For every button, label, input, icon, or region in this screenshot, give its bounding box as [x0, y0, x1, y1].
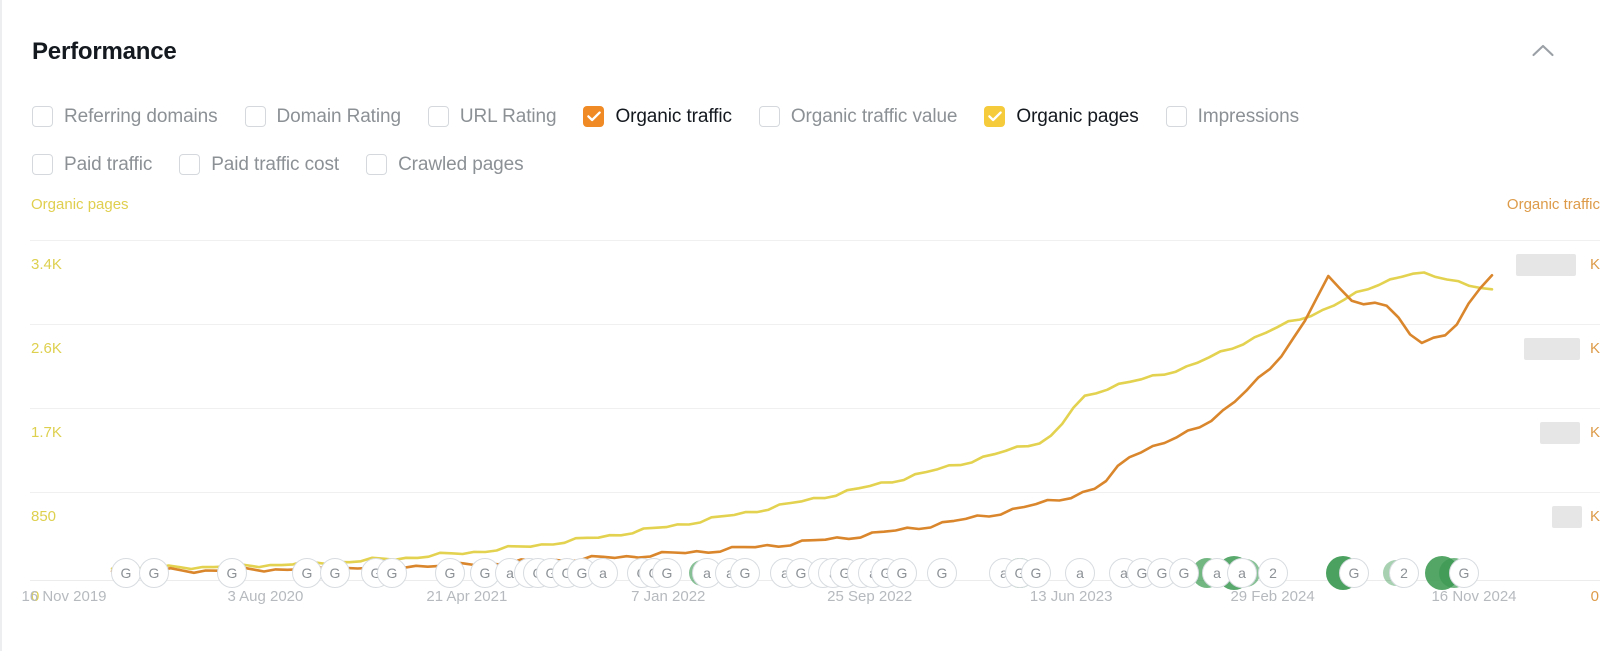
event-marker-google-update[interactable]: G — [139, 558, 169, 588]
metric-toggle-url-rating[interactable]: URL Rating — [428, 106, 557, 128]
event-marker-google-update[interactable]: G — [1169, 558, 1199, 588]
x-axis-tick: 3 Aug 2020 — [227, 588, 303, 605]
event-marker-google-update[interactable]: G — [111, 558, 141, 588]
x-axis-tick: 21 Apr 2021 — [426, 588, 507, 605]
chevron-up-icon[interactable] — [1526, 36, 1560, 64]
checkbox-icon[interactable] — [32, 154, 53, 175]
metric-toggle-label: Paid traffic cost — [211, 154, 339, 176]
event-marker-update-2[interactable]: 2 — [1389, 558, 1419, 588]
metric-toggle-label: Domain Rating — [277, 106, 401, 128]
metric-toggle-label: Organic pages — [1016, 106, 1138, 128]
x-axis-labels: 16 Nov 2019 3 Aug 2020 21 Apr 2021 7 Jan 20… — [2, 588, 1600, 618]
event-marker-google-update[interactable]: G — [927, 558, 957, 588]
metric-toggle-label: Impressions — [1198, 106, 1299, 128]
x-axis-tick: 25 Sep 2022 — [827, 588, 912, 605]
metric-toggle-label: URL Rating — [460, 106, 557, 128]
event-marker-google-update[interactable]: G — [1339, 558, 1369, 588]
metric-toggle-label: Organic traffic value — [791, 106, 958, 128]
event-marker-google-update[interactable]: G — [887, 558, 917, 588]
x-axis-tick: 16 Nov 2019 — [21, 588, 106, 605]
event-marker-google-update[interactable]: G — [292, 558, 322, 588]
x-axis-tick: 16 Nov 2024 — [1431, 588, 1516, 605]
performance-chart: Organic pages Organic traffic 3.4K 2.6K … — [2, 196, 1600, 651]
metric-toggle-paid-traffic[interactable]: Paid traffic — [32, 154, 152, 176]
metric-toggle-label: Organic traffic — [615, 106, 731, 128]
event-marker-google-update[interactable]: G — [730, 558, 760, 588]
metric-toggle-group: Referring domains Domain Rating URL Rating… — [32, 100, 1572, 196]
metric-toggle-crawled-pages[interactable]: Crawled pages — [366, 154, 523, 176]
checkbox-icon[interactable] — [1166, 106, 1187, 127]
metric-toggle-organic-pages[interactable]: Organic pages — [984, 106, 1138, 128]
checkbox-icon[interactable] — [366, 154, 387, 175]
checkbox-icon[interactable] — [32, 106, 53, 127]
event-marker-google-update[interactable]: G — [217, 558, 247, 588]
performance-panel: Performance Referring domains Domain Rati… — [0, 0, 1600, 651]
metric-toggle-domain-rating[interactable]: Domain Rating — [245, 106, 401, 128]
metric-toggle-label: Referring domains — [64, 106, 218, 128]
checkbox-icon[interactable] — [428, 106, 449, 127]
line-organic-pages — [112, 273, 1492, 571]
plot-region: 3.4K 2.6K 1.7K 850 K K K K — [2, 240, 1600, 580]
event-marker-google-update[interactable]: G — [1449, 558, 1479, 588]
event-marker-google-update[interactable]: G — [377, 558, 407, 588]
checkbox-icon[interactable] — [245, 106, 266, 127]
checkbox-icon[interactable] — [179, 154, 200, 175]
line-organic-traffic — [112, 275, 1492, 573]
checkbox-checked-icon[interactable] — [583, 106, 604, 127]
metric-toggle-label: Crawled pages — [398, 154, 523, 176]
metric-toggle-impressions[interactable]: Impressions — [1166, 106, 1299, 128]
metric-row-2: Paid traffic Paid traffic cost Crawled pag… — [32, 148, 1572, 181]
left-axis-title: Organic pages — [31, 196, 129, 213]
series-lines — [2, 240, 1600, 580]
metric-toggle-referring-domains[interactable]: Referring domains — [32, 106, 218, 128]
event-marker-google-update[interactable]: G — [652, 558, 682, 588]
metric-toggle-organic-traffic-value[interactable]: Organic traffic value — [759, 106, 958, 128]
x-axis-tick: 29 Feb 2024 — [1230, 588, 1314, 605]
event-marker-algorithm-update[interactable]: a — [1227, 558, 1257, 588]
metric-toggle-label: Paid traffic — [64, 154, 152, 176]
x-axis-tick: 7 Jan 2022 — [631, 588, 705, 605]
checkbox-icon[interactable] — [759, 106, 780, 127]
metric-toggle-organic-traffic[interactable]: Organic traffic — [583, 106, 731, 128]
right-axis-title: Organic traffic — [1507, 196, 1600, 213]
event-marker-google-update[interactable]: G — [435, 558, 465, 588]
x-axis-tick: 13 Jun 2023 — [1030, 588, 1113, 605]
page-title: Performance — [32, 38, 177, 66]
checkbox-checked-icon[interactable] — [984, 106, 1005, 127]
event-marker-google-update[interactable]: G — [1021, 558, 1051, 588]
metric-row-1: Referring domains Domain Rating URL Rating… — [32, 100, 1572, 133]
event-marker-algorithm-update[interactable]: a — [588, 558, 618, 588]
panel-header: Performance — [2, 0, 1600, 86]
metric-toggle-paid-traffic-cost[interactable]: Paid traffic cost — [179, 154, 339, 176]
event-marker-algorithm-update[interactable]: a — [1065, 558, 1095, 588]
event-marker-update-2[interactable]: 2 — [1258, 558, 1288, 588]
event-marker-google-update[interactable]: G — [320, 558, 350, 588]
